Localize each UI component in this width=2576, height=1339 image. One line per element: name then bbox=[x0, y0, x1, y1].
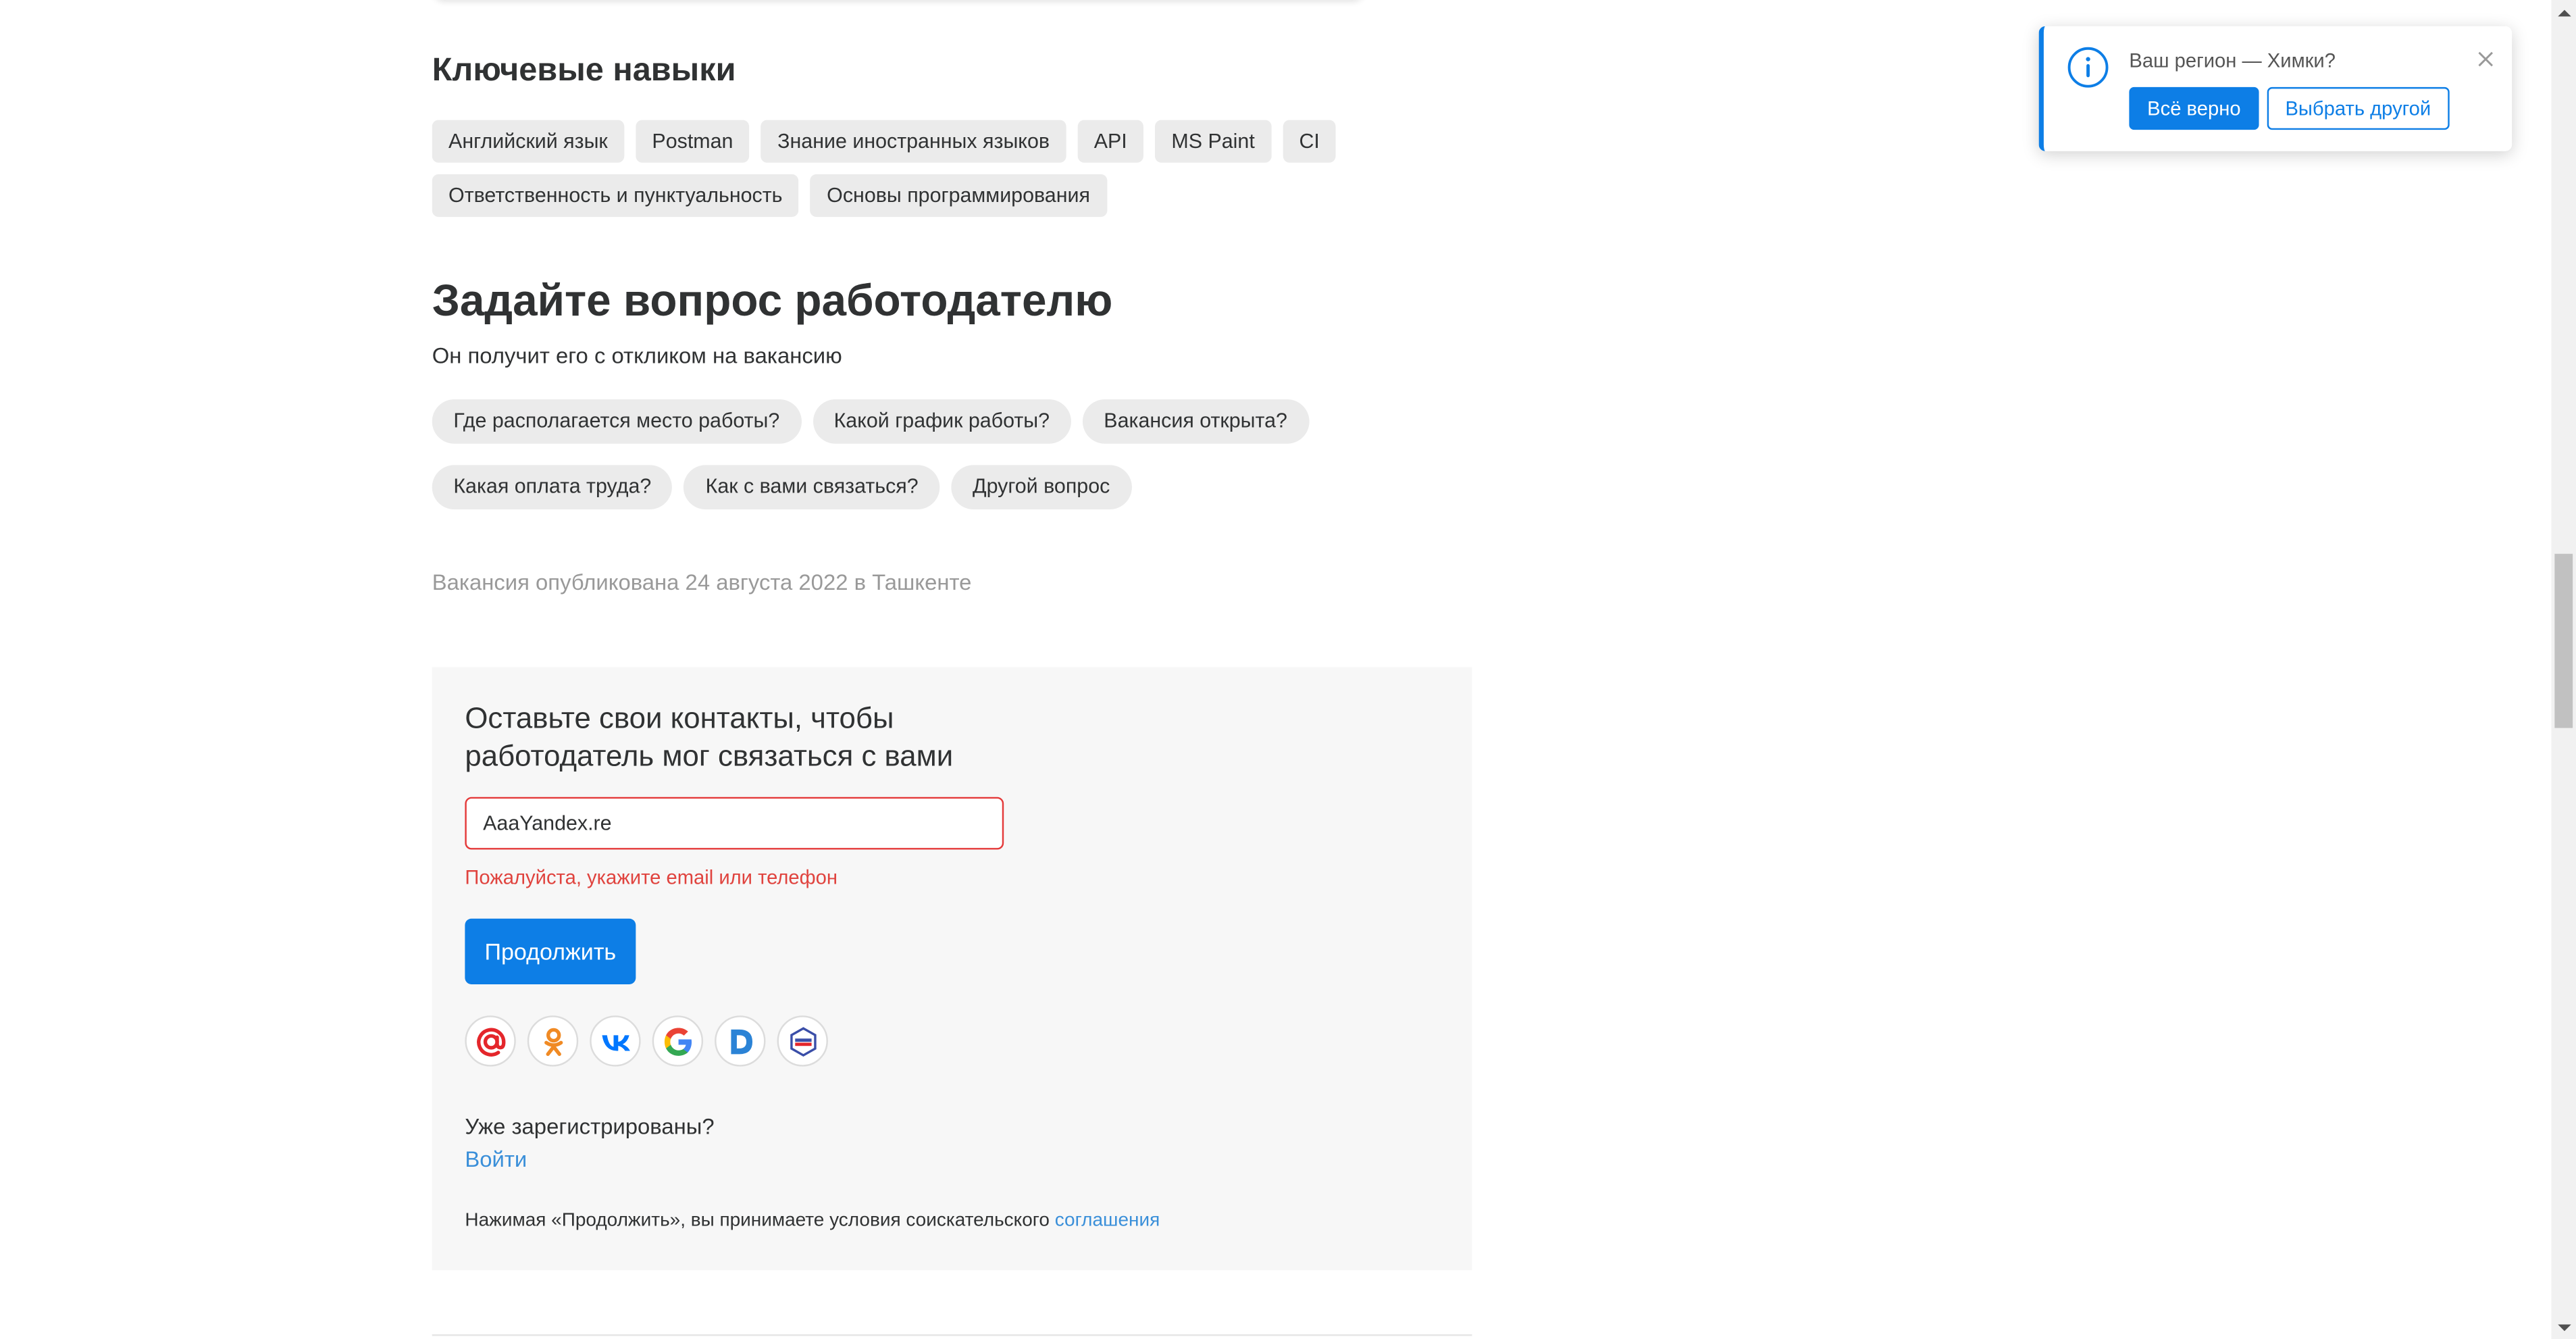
skill-tag: Основы программирования bbox=[810, 174, 1107, 218]
gosuslugi-icon[interactable] bbox=[777, 1015, 828, 1067]
already-registered-text: Уже зарегистрированы? bbox=[465, 1114, 715, 1139]
scroll-up-arrow-icon[interactable] bbox=[2552, 0, 2576, 24]
skill-tag: Postman bbox=[636, 120, 750, 163]
social-login-list bbox=[465, 1015, 828, 1067]
contact-form-title: Оставьте свои контакты, чтобы работодате… bbox=[465, 701, 954, 773]
published-date: Вакансия опубликована 24 августа 2022 в … bbox=[432, 570, 972, 595]
skill-tag: API bbox=[1077, 120, 1144, 163]
section-divider bbox=[432, 1334, 1472, 1336]
terms-text: Нажимая «Продолжить», вы принимаете усло… bbox=[465, 1211, 1160, 1231]
contact-error-message: Пожалуйста, укажите email или телефон bbox=[465, 865, 838, 889]
odnoklassniki-icon[interactable] bbox=[527, 1015, 579, 1067]
terms-agreement-link[interactable]: соглашения bbox=[1055, 1211, 1160, 1231]
question-chip-contact[interactable]: Как с вами связаться? bbox=[684, 465, 940, 510]
skill-tag: CI bbox=[1283, 120, 1337, 163]
question-chip-other[interactable]: Другой вопрос bbox=[951, 465, 1131, 510]
login-link[interactable]: Войти bbox=[465, 1147, 527, 1171]
question-chips: Где располагается место работы? Какой гр… bbox=[432, 399, 1352, 510]
info-icon bbox=[2067, 47, 2109, 88]
region-confirm-button[interactable]: Всё верно bbox=[2129, 86, 2259, 130]
region-choose-other-button[interactable]: Выбрать другой bbox=[2267, 86, 2449, 130]
skill-tag: Ответственность и пунктуальность bbox=[432, 174, 799, 218]
region-question: Ваш регион — Химки? bbox=[2129, 49, 2336, 73]
page: Ключевые навыки Английский язык Postman … bbox=[0, 0, 2576, 1339]
continue-button[interactable]: Продолжить bbox=[465, 918, 636, 985]
contact-form: Оставьте свои контакты, чтобы работодате… bbox=[432, 667, 1472, 1271]
terms-prefix: Нажимая «Продолжить», вы принимаете усло… bbox=[465, 1211, 1055, 1231]
scroll-down-arrow-icon[interactable] bbox=[2552, 1315, 2576, 1339]
question-chip-open[interactable]: Вакансия открыта? bbox=[1082, 399, 1309, 444]
skill-tag: Знание иностранных языков bbox=[761, 120, 1066, 163]
ask-employer-subtitle: Он получит его с откликом на вакансию bbox=[432, 343, 842, 368]
question-chip-schedule[interactable]: Какой график работы? bbox=[812, 399, 1071, 444]
skill-tag: Английский язык bbox=[432, 120, 625, 163]
close-icon[interactable] bbox=[2476, 49, 2496, 69]
skill-tag: MS Paint bbox=[1155, 120, 1272, 163]
key-skills-title: Ключевые навыки bbox=[432, 52, 736, 89]
mail-ru-icon[interactable] bbox=[465, 1015, 516, 1067]
vk-icon[interactable] bbox=[590, 1015, 641, 1067]
google-icon[interactable] bbox=[652, 1015, 704, 1067]
scrollbar-thumb[interactable] bbox=[2554, 553, 2573, 728]
vertical-scrollbar[interactable] bbox=[2551, 0, 2576, 1339]
region-popup: Ваш регион — Химки? Всё верно Выбрать др… bbox=[2038, 26, 2513, 151]
email-or-phone-input[interactable] bbox=[465, 797, 1004, 850]
ask-employer-title: Задайте вопрос работодателю bbox=[432, 276, 1113, 326]
skills-list: Английский язык Postman Знание иностранн… bbox=[432, 120, 1352, 218]
question-chip-salary[interactable]: Какая оплата труда? bbox=[432, 465, 673, 510]
d-icon[interactable] bbox=[715, 1015, 766, 1067]
question-chip-location[interactable]: Где располагается место работы? bbox=[432, 399, 801, 444]
